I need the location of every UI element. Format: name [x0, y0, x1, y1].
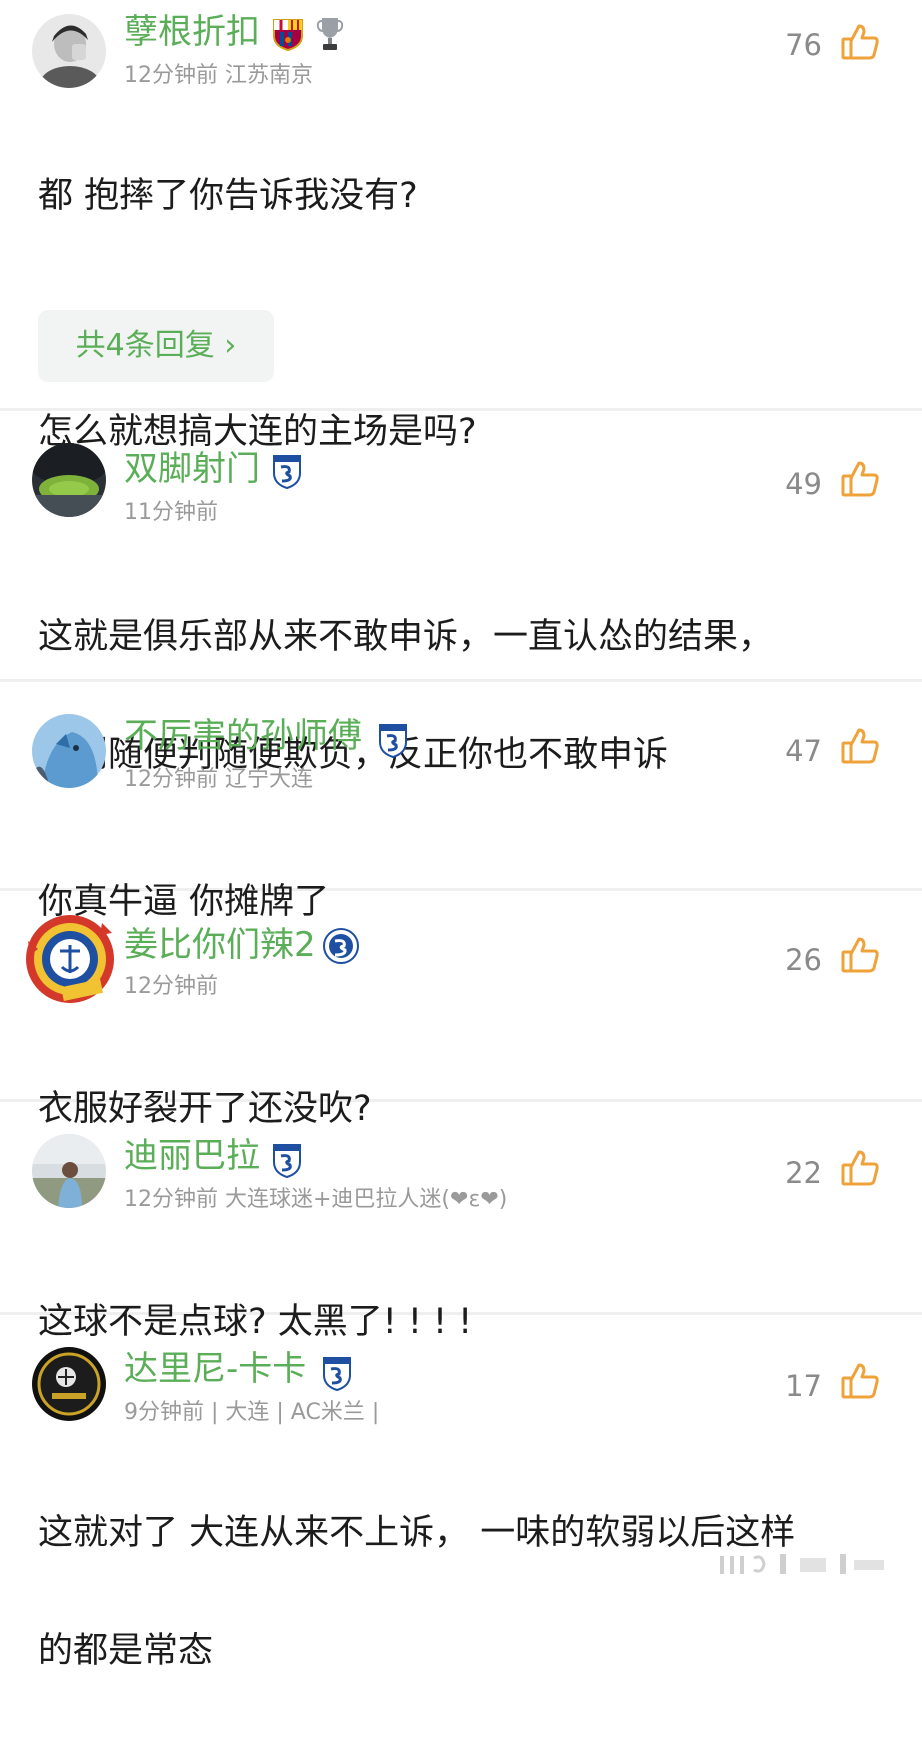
trophy-icon	[316, 16, 344, 56]
comment-item: 姜比你们辣2 12分钟前 26 衣服好裂开了还没吹?	[0, 891, 922, 1129]
timestamp: 9分钟前	[124, 1400, 204, 1425]
location: 江苏南京	[225, 63, 314, 88]
avatar[interactable]	[22, 911, 118, 1007]
comment-meta: 12分钟前	[124, 973, 218, 1001]
timestamp: 12分钟前	[124, 974, 218, 999]
dalian-club-crest-icon	[272, 1142, 302, 1182]
location: | 大连 | AC米兰 |	[211, 1400, 380, 1425]
thumbs-up-icon[interactable]	[840, 726, 880, 766]
username[interactable]: 达里尼-卡卡	[124, 1349, 306, 1389]
comment-line: 的都是常态	[38, 1631, 214, 1671]
like-count: 76	[785, 28, 822, 62]
comment-item: 双脚射门 11分钟前 49 这就是俱乐部从来不敢申诉，一直认怂的结果， 裁判随便…	[0, 411, 922, 775]
like-count: 22	[785, 1156, 822, 1190]
watermark-logo	[720, 1548, 890, 1578]
username[interactable]: 孽根折扣	[124, 12, 260, 52]
thumbs-up-icon[interactable]	[840, 22, 880, 62]
avatar[interactable]	[32, 714, 106, 788]
dalian-club-crest-icon	[322, 1355, 352, 1395]
username[interactable]: 不厉害的孙师傅	[124, 716, 362, 756]
comment-item: 孽根折扣 12分钟前 江苏南京 76 都 抱摔了你告诉我没有? 怎么就想搞大连的…	[0, 0, 922, 452]
comment-item: 不厉害的孙师傅 12分钟前 辽宁大连 47 你真牛逼 你摊牌了	[0, 682, 922, 922]
comment-meta: 12分钟前 大连球迷+迪巴拉人迷(❤ε❤)	[124, 1186, 507, 1214]
avatar[interactable]	[32, 1347, 106, 1421]
chevron-right-icon: ›	[214, 328, 237, 363]
fc-barcelona-crest-icon	[270, 16, 306, 56]
view-replies-button[interactable]: 共4条回复 ›	[38, 310, 274, 382]
username[interactable]: 姜比你们辣2	[124, 925, 316, 965]
avatar[interactable]	[32, 1134, 106, 1208]
thumbs-up-icon[interactable]	[840, 1361, 880, 1401]
timestamp: 12分钟前	[124, 1187, 218, 1212]
timestamp: 12分钟前	[124, 767, 218, 792]
like-count: 47	[785, 734, 822, 768]
dalian-round-badge-icon	[322, 927, 360, 969]
comment-item: 迪丽巴拉 12分钟前 大连球迷+迪巴拉人迷(❤ε❤) 22 这球不是点球? 太黑…	[0, 1102, 922, 1342]
thumbs-up-icon[interactable]	[840, 935, 880, 975]
avatar[interactable]	[32, 14, 106, 88]
dalian-club-crest-icon	[378, 722, 408, 762]
username[interactable]: 双脚射门	[124, 449, 260, 489]
like-count: 26	[785, 943, 822, 977]
comment-meta: 12分钟前 辽宁大连	[124, 766, 313, 794]
avatar[interactable]	[32, 443, 106, 517]
comment-line: 这就是俱乐部从来不敢申诉，一直认怂的结果，	[38, 617, 774, 657]
location: 辽宁大连	[225, 767, 314, 792]
thumbs-up-icon[interactable]	[840, 459, 880, 499]
username[interactable]: 迪丽巴拉	[124, 1136, 260, 1176]
location: 大连球迷+迪巴拉人迷(❤ε❤)	[225, 1187, 508, 1212]
dalian-club-crest-icon	[272, 453, 302, 493]
comment-meta: 11分钟前	[124, 499, 218, 527]
replies-label: 共4条回复	[75, 328, 215, 363]
timestamp: 12分钟前	[124, 63, 218, 88]
comment-meta: 12分钟前 江苏南京	[124, 62, 313, 90]
like-count: 49	[785, 467, 822, 501]
like-count: 17	[785, 1369, 822, 1403]
comment-text: 这就对了 大连从来不上诉， 一味的软弱以后这样 的都是常态	[38, 1445, 892, 1740]
thumbs-up-icon[interactable]	[840, 1148, 880, 1188]
timestamp: 11分钟前	[124, 500, 218, 525]
comment-meta: 9分钟前 | 大连 | AC米兰 |	[124, 1399, 379, 1427]
comment-line: 都 抱摔了你告诉我没有?	[38, 176, 418, 216]
